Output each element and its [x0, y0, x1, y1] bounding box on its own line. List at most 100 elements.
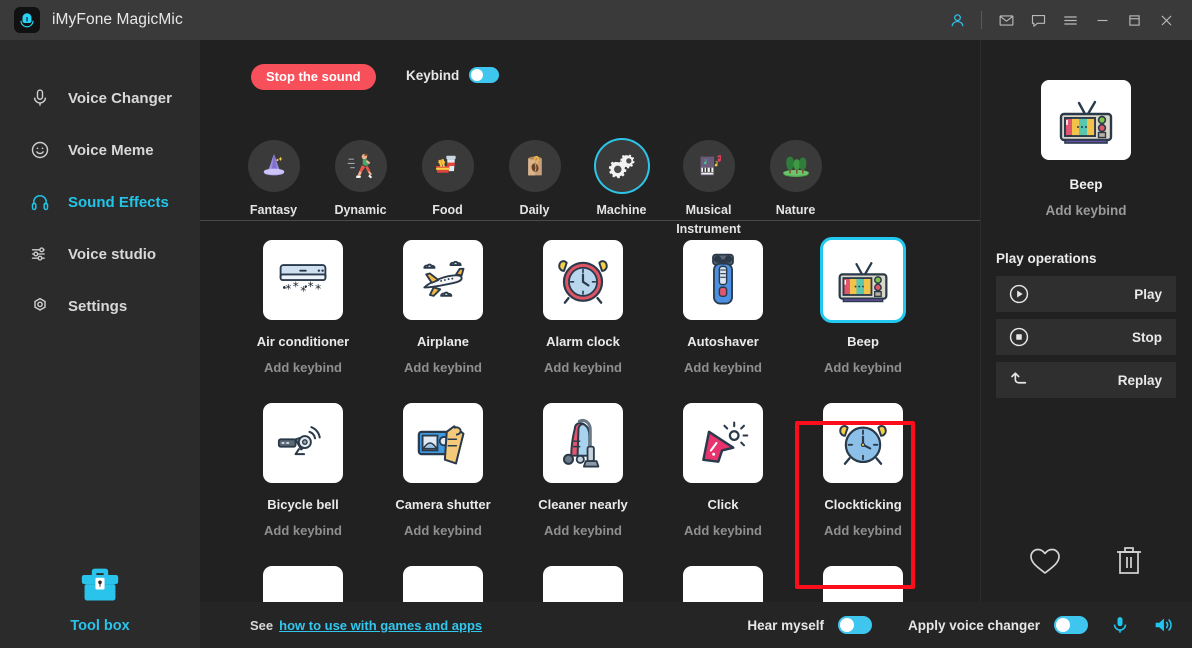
sound-effect-keybind[interactable]: Add keybind [824, 523, 902, 538]
sound-effect-keybind[interactable]: Add keybind [264, 360, 342, 375]
sidebar-nav: Voice Changer Voice Meme Sound Effects V… [0, 40, 200, 332]
headphones-icon [30, 192, 56, 212]
replay-arrow-icon [1008, 369, 1030, 391]
gears-icon [595, 140, 648, 192]
electric-shaver-icon [683, 240, 763, 320]
sidebar-item-sound-effects[interactable]: Sound Effects [0, 176, 200, 228]
divider [980, 40, 981, 606]
menu-icon[interactable] [1054, 4, 1086, 36]
sound-effect-name: Airplane [416, 334, 469, 349]
camera-shutter-icon [403, 403, 483, 483]
category-label: Fantasy [249, 203, 298, 217]
sidebar-item-label: Settings [68, 297, 128, 315]
category-label: Machine [596, 203, 647, 217]
selected-effect-keybind[interactable]: Add keybind [980, 203, 1192, 218]
sidebar-item-label: Voice Changer [68, 89, 172, 107]
hear-myself-toggle[interactable] [837, 616, 872, 634]
sound-effect-card-clockticking[interactable]: Clockticking Add keybind [793, 403, 933, 538]
mail-icon[interactable] [990, 4, 1022, 36]
sound-effect-card[interactable]: Click Add keybind [653, 403, 793, 538]
sidebar-item-voice-studio[interactable]: Voice studio [0, 228, 200, 280]
runner-icon [334, 140, 387, 192]
sound-effects-grid: * * * * * Air conditioner Add keybind Ai… [200, 221, 980, 606]
selected-effect-name: Beep [1069, 177, 1103, 192]
stop-button[interactable]: Stop [996, 319, 1176, 355]
sound-effect-card[interactable]: Autoshaver Add keybind [653, 240, 793, 375]
stop-label: Stop [1132, 329, 1162, 345]
sound-effect-card[interactable]: Bicycle bell Add keybind [233, 403, 373, 538]
sound-effect-keybind[interactable]: Add keybind [264, 523, 342, 538]
sound-effect-keybind[interactable]: Add keybind [684, 360, 762, 375]
see-text: See [250, 617, 274, 633]
sound-effect-keybind[interactable]: Add keybind [404, 523, 482, 538]
sound-effect-card[interactable] [793, 566, 933, 606]
vacuum-cleaner-icon [543, 403, 623, 483]
delete-button[interactable] [1114, 545, 1144, 582]
sound-effect-card[interactable]: * * * * * Air conditioner Add keybind [233, 240, 373, 375]
sound-effect-thumbnail [543, 566, 623, 606]
details-actions [980, 545, 1192, 582]
sound-effect-name: Camera shutter [395, 497, 491, 512]
divider [981, 11, 982, 29]
play-label: Play [1134, 286, 1162, 302]
piano-notes-icon [682, 140, 735, 192]
retro-tv-icon [823, 240, 903, 320]
sound-effect-card[interactable]: Cleaner nearly Add keybind [513, 403, 653, 538]
play-button[interactable]: Play [996, 276, 1176, 312]
sidebar-item-settings[interactable]: Settings [0, 280, 200, 332]
keybind-label: Keybind [406, 67, 460, 83]
sidebar-item-label: Voice Meme [68, 141, 154, 159]
sound-effect-keybind[interactable]: Add keybind [824, 360, 902, 375]
stop-circle-icon [1008, 326, 1030, 348]
maximize-icon[interactable] [1118, 4, 1150, 36]
toggle-knob [1056, 618, 1070, 632]
how-to-use-link[interactable]: how to use with games and apps [279, 618, 482, 633]
sound-effects-grid-area: * * * * * Air conditioner Add keybind Ai… [200, 221, 980, 606]
sound-effect-keybind[interactable]: Add keybind [544, 360, 622, 375]
feedback-icon[interactable] [1022, 4, 1054, 36]
favorite-button[interactable] [1028, 545, 1062, 582]
sound-effect-card-beep[interactable]: Beep Add keybind [793, 240, 933, 375]
sound-effect-card[interactable]: Alarm clock Add keybind [513, 240, 653, 375]
play-operations-list: Play Stop Replay [996, 276, 1176, 405]
category-label: Nature [775, 203, 816, 217]
keybind-toggle[interactable] [469, 67, 500, 83]
svg-text:*: * [315, 282, 321, 296]
alarm-clock-icon [543, 240, 623, 320]
bicycle-bell-icon [263, 403, 343, 483]
sidebar-item-voice-changer[interactable]: Voice Changer [0, 72, 200, 124]
sound-effect-card[interactable] [373, 566, 513, 606]
sound-effect-name: Bicycle bell [267, 497, 339, 512]
speaker-icon[interactable] [1152, 614, 1174, 636]
sound-effect-keybind[interactable]: Add keybind [684, 523, 762, 538]
sound-effect-card[interactable] [233, 566, 373, 606]
replay-button[interactable]: Replay [996, 362, 1176, 398]
close-icon[interactable] [1150, 4, 1182, 36]
apply-voice-changer-toggle[interactable] [1054, 616, 1088, 634]
sound-effect-keybind[interactable]: Add keybind [404, 360, 482, 375]
window-controls [941, 4, 1192, 36]
microphone-icon[interactable] [1110, 614, 1130, 636]
sound-effect-thumbnail [823, 566, 903, 606]
toolbox-button[interactable]: Tool box [0, 565, 200, 634]
sound-effect-card[interactable] [653, 566, 793, 606]
stop-the-sound-button[interactable]: Stop the sound [251, 64, 376, 90]
details-panel: Beep Add keybind Play operations Play St… [980, 40, 1192, 648]
sound-effect-name: Cleaner nearly [538, 497, 628, 512]
sound-effect-thumbnail [403, 566, 483, 606]
toggle-knob [471, 69, 484, 81]
smiley-icon [30, 140, 56, 160]
blue-alarm-clock-icon [823, 403, 903, 483]
title-bar: iMyFone MagicMic [0, 0, 1192, 40]
sound-effect-card[interactable] [513, 566, 653, 606]
magicmic-logo-icon [14, 7, 40, 33]
account-icon[interactable] [941, 4, 973, 36]
sidebar-item-voice-meme[interactable]: Voice Meme [0, 124, 200, 176]
sound-effect-keybind[interactable]: Add keybind [544, 523, 622, 538]
sound-effect-card[interactable]: Camera shutter Add keybind [373, 403, 513, 538]
keybind-control: Keybind [406, 67, 500, 83]
svg-text:*: * [285, 282, 291, 296]
sound-effect-card[interactable]: Airplane Add keybind [373, 240, 513, 375]
microphone-icon [30, 88, 56, 108]
minimize-icon[interactable] [1086, 4, 1118, 36]
